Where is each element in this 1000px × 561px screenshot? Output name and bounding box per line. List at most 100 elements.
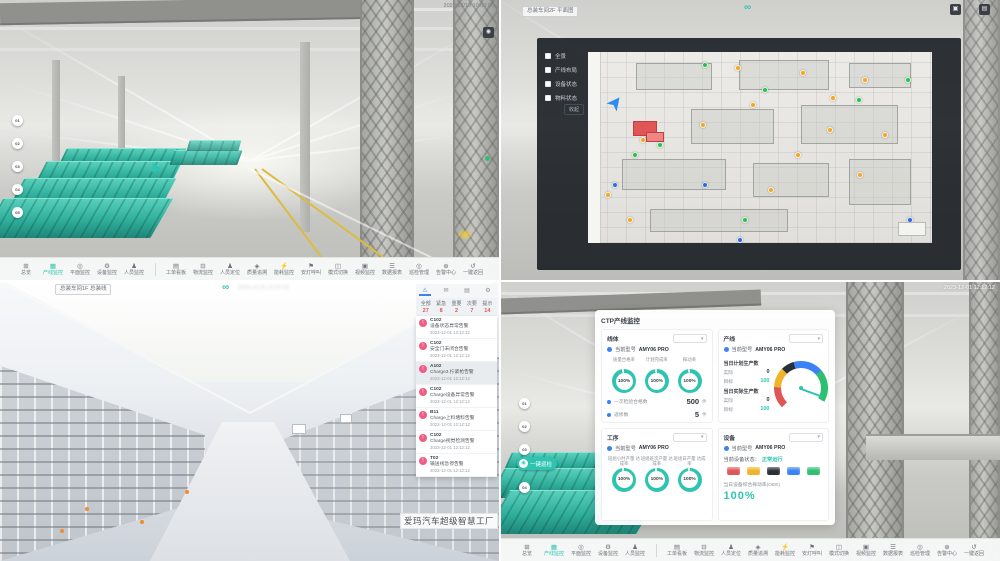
toolbar-item[interactable]: ◫ 模式切换	[325, 263, 352, 276]
poi-marker[interactable]: 02	[12, 138, 23, 149]
map-status-dot[interactable]	[857, 172, 863, 178]
toolbar-item[interactable]: ☰ 数据报表	[880, 544, 907, 557]
map-status-dot[interactable]	[657, 142, 663, 148]
toolbar-item[interactable]: ◈ 质量追溯	[745, 544, 772, 557]
toolbar-item[interactable]: ◈ 质量追溯	[244, 263, 271, 276]
shift-select-dropdown[interactable]: ▾	[673, 433, 707, 442]
map-status-dot[interactable]	[640, 137, 646, 143]
device-select-dropdown[interactable]: ▾	[789, 433, 823, 442]
toolbar-item[interactable]: ↺ 一键返回	[961, 544, 988, 557]
poi-marker[interactable]: 03	[12, 161, 23, 172]
layers-button[interactable]: ▣	[950, 4, 961, 15]
map-status-dot[interactable]	[632, 152, 638, 158]
map-status-dot[interactable]	[762, 87, 768, 93]
toolbar-item-label: 人员定位	[220, 271, 240, 276]
alarm-tool-icon[interactable]: ▤	[461, 286, 473, 296]
legend-row[interactable]: 全景	[545, 52, 577, 60]
toolbar-item[interactable]: ⊟ 物流监控	[691, 544, 718, 557]
toolbar-item[interactable]: ◎ 巡检管理	[907, 544, 934, 557]
toolbar-item[interactable]: ⊕ 告警中心	[433, 263, 460, 276]
alarm-list-item[interactable]: ! B11 Charge上料堵料告警 2023-12-01 12:12:12	[416, 408, 497, 431]
alarm-tab[interactable]: 全部 27	[418, 300, 433, 314]
toolbar-item[interactable]: ⊕ 告警中心	[934, 544, 961, 557]
toolbar-item[interactable]: ◫ 模式切换	[826, 544, 853, 557]
toolbar-item[interactable]: ◎ 平面监控	[568, 544, 595, 557]
map-status-dot[interactable]	[737, 237, 743, 243]
map-status-dot[interactable]	[627, 217, 633, 223]
map-status-dot[interactable]	[768, 187, 774, 193]
map-status-dot[interactable]	[830, 95, 836, 101]
toolbar-item[interactable]: ▦ 产线监控	[40, 263, 67, 276]
machine-row	[186, 140, 241, 151]
toolbar-item[interactable]: ⚙ 设备监控	[94, 263, 121, 276]
toolbar-item[interactable]: ▣ 视频监控	[853, 544, 880, 557]
toolbar-item[interactable]: ♟ 人员监控	[121, 263, 148, 276]
poi-marker[interactable]: 05	[12, 207, 23, 218]
toolbar-item[interactable]: ♟ 人员监控	[622, 544, 649, 557]
toolbar-item[interactable]: ♟ 人员定位	[217, 263, 244, 276]
alarm-list-item[interactable]: ! T02 输送线急停告警 2023-12-01 12:12:12	[416, 454, 497, 477]
legend-row[interactable]: 物料状态	[545, 94, 577, 102]
map-status-dot[interactable]	[800, 70, 806, 76]
toolbar-item[interactable]: ⚑ 安灯呼叫	[298, 263, 325, 276]
line-select-dropdown[interactable]: ▾	[673, 334, 707, 343]
toolbar-item[interactable]: ♟ 人员定位	[718, 544, 745, 557]
fullscreen-button[interactable]: ▤	[979, 4, 990, 15]
alarm-tab[interactable]: 紧急 8	[433, 300, 448, 314]
alarm-tool-icon[interactable]: ⚙	[482, 286, 494, 296]
viewport-line-dashboard[interactable]: 2023-12-01 12:12:12 010203 ◉ 一键巡检 04 CTP…	[501, 282, 1000, 561]
poi-marker[interactable]: 03	[519, 444, 530, 455]
toolbar-item[interactable]: ↺ 一键返回	[460, 263, 487, 276]
alarm-list-item[interactable]: ! C102 Charge设备异常告警 2023-12-01 12:12:12	[416, 385, 497, 408]
alarm-list-item[interactable]: ! C102 Charge视觉检测告警 2023-12-01 12:12:12	[416, 431, 497, 454]
toolbar-item[interactable]: ⚡ 能耗监控	[772, 544, 799, 557]
map-status-dot[interactable]	[700, 122, 706, 128]
toolbar-item[interactable]: ⚡ 能耗监控	[271, 263, 298, 276]
toolbar-item[interactable]: ⊞ 总览	[514, 544, 541, 557]
toolbar-item[interactable]: ◎ 巡检管理	[406, 263, 433, 276]
poi-marker[interactable]: 04	[12, 184, 23, 195]
alarm-tab[interactable]: 重要 2	[449, 300, 464, 314]
poi-marker[interactable]: 01	[519, 398, 530, 409]
alarm-list-item[interactable]: ! C102 设备状态异常告警 2023-12-01 12:12:12	[416, 316, 497, 339]
collapse-button[interactable]: 收起	[564, 104, 584, 115]
map-status-dot[interactable]	[750, 102, 756, 108]
toolbar-item[interactable]: ▦ 产线监控	[541, 544, 568, 557]
floorplan-map[interactable]	[588, 52, 932, 243]
map-status-dot[interactable]	[856, 97, 862, 103]
viewport-assembly-aisle[interactable]: 总装车间1F 总装线 ∞ 2023-12-01 12:12:12 ⚠✉▤⚙ 全部…	[0, 282, 499, 561]
map-status-dot[interactable]	[605, 192, 611, 198]
toolbar-item[interactable]: ▣ 视频监控	[352, 263, 379, 276]
poi-marker[interactable]: 04	[519, 482, 530, 493]
toolbar-item-label: 总览	[21, 271, 31, 276]
map-status-dot[interactable]	[702, 182, 708, 188]
map-status-dot[interactable]	[612, 182, 618, 188]
alarm-tool-icon[interactable]: ⚠	[419, 286, 431, 296]
map-status-dot[interactable]	[702, 62, 708, 68]
map-status-dot[interactable]	[735, 65, 741, 71]
toolbar-item[interactable]: ▤ 工单看板	[163, 263, 190, 276]
map-status-dot[interactable]	[795, 152, 801, 158]
alarm-tab[interactable]: 提示 14	[480, 300, 495, 314]
alarm-list-item[interactable]: ! C102 安全门未闭合告警 2023-12-01 12:12:12	[416, 339, 497, 362]
stat-label: 一次检验合格数	[614, 398, 684, 405]
one-key-patrol-button[interactable]: ◉ 一键巡检	[517, 457, 557, 470]
legend-row[interactable]: 产线布局	[545, 66, 577, 74]
poi-marker[interactable]: 01	[12, 115, 23, 126]
poi-marker[interactable]: 02	[519, 421, 530, 432]
toolbar-item[interactable]: ⊞ 总览	[13, 263, 40, 276]
toolbar-item[interactable]: ☰ 数据报表	[379, 263, 406, 276]
viewport-factory-overview[interactable]: 2023/12/10 10:00:00 ◉ 0102030405 ⊞ 总览 ▦ …	[0, 0, 499, 280]
prod-select-dropdown[interactable]: ▾	[789, 334, 823, 343]
alarm-list-item[interactable]: ! A102 Charge3.拧紧枪告警 2023-12-01 12:12:12	[416, 362, 497, 385]
toolbar-item[interactable]: ⚑ 安灯呼叫	[799, 544, 826, 557]
toolbar-item[interactable]: ⚙ 设备监控	[595, 544, 622, 557]
legend-row[interactable]: 设备状态	[545, 80, 577, 88]
alarm-tool-icon[interactable]: ✉	[440, 286, 452, 296]
toolbar-item[interactable]: ◎ 平面监控	[67, 263, 94, 276]
toolbar-item[interactable]: ▤ 工单看板	[664, 544, 691, 557]
viewport-floorplan-map[interactable]: 总装车间2F 平面图 ∞ ▣ ▤ 全景 产线布局	[501, 0, 1000, 280]
camera-button[interactable]: ◉	[483, 27, 494, 38]
toolbar-item[interactable]: ⊟ 物流监控	[190, 263, 217, 276]
alarm-tab[interactable]: 次要 7	[464, 300, 479, 314]
